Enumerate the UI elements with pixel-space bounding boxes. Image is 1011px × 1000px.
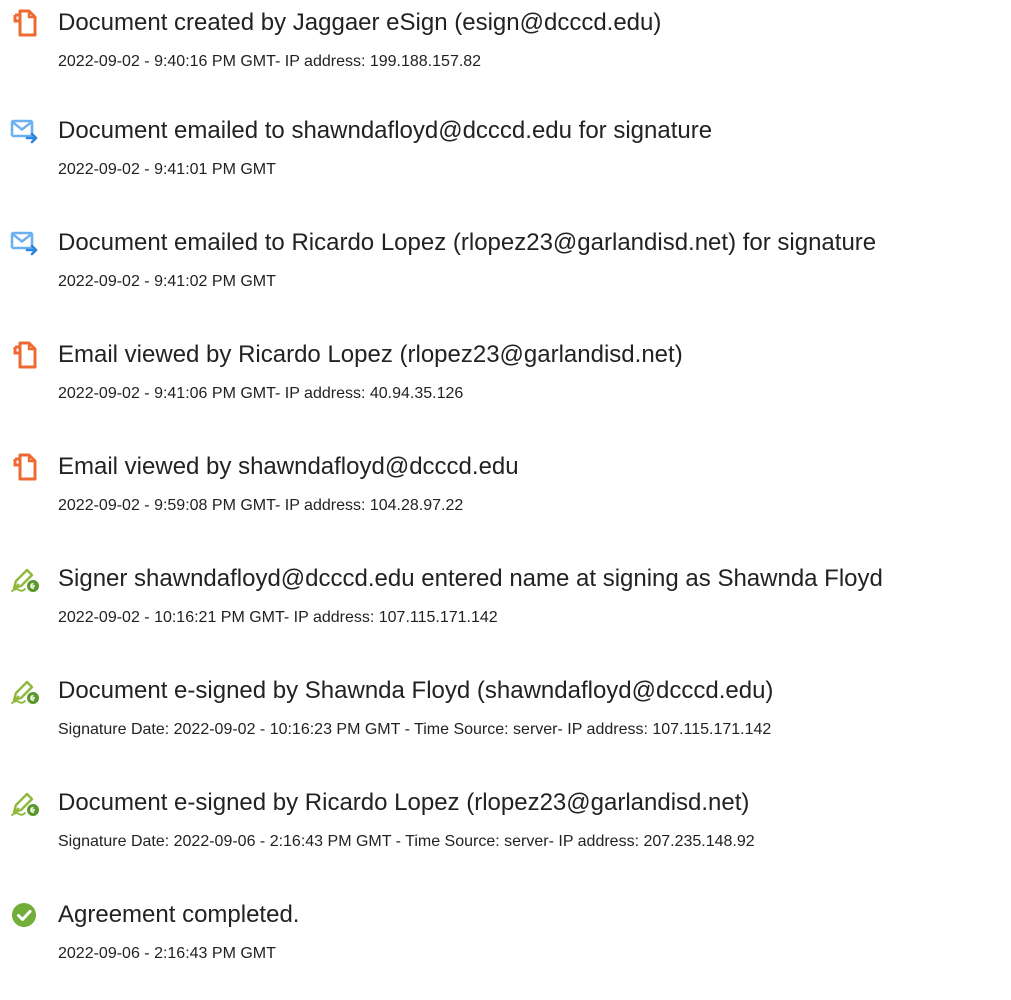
document-icon — [10, 8, 40, 38]
event-title: Signer shawndafloyd@dcccd.edu entered na… — [58, 565, 883, 592]
audit-event-signer-entered-name: Signer shawndafloyd@dcccd.edu entered na… — [0, 564, 1011, 664]
audit-event-esigned-ricardo: Document e-signed by Ricardo Lopez (rlop… — [0, 788, 1011, 888]
event-title: Email viewed by shawndafloyd@dcccd.edu — [58, 453, 519, 480]
event-title: Document created by Jaggaer eSign (esign… — [58, 9, 662, 36]
event-title: Document e-signed by Shawnda Floyd (shaw… — [58, 677, 774, 704]
event-detail: 2022-09-02 - 9:59:08 PM GMT- IP address:… — [58, 497, 464, 514]
audit-event-emailed-ricardo: Document emailed to Ricardo Lopez (rlope… — [0, 228, 1011, 328]
event-title: Document emailed to shawndafloyd@dcccd.e… — [58, 117, 713, 144]
audit-event-email-viewed-signer: Email viewed by shawndafloyd@dcccd.edu 2… — [0, 452, 1011, 552]
document-icon — [10, 340, 40, 370]
event-detail: 2022-09-02 - 9:40:16 PM GMT- IP address:… — [58, 53, 482, 70]
audit-event-emailed-signer: Document emailed to shawndafloyd@dcccd.e… — [0, 116, 1011, 216]
sign-icon — [10, 676, 40, 706]
event-detail: 2022-09-02 - 10:16:21 PM GMT- IP address… — [58, 609, 498, 626]
audit-event-document-created: Document created by Jaggaer eSign (esign… — [0, 8, 1011, 108]
event-detail: Signature Date: 2022-09-02 - 10:16:23 PM… — [58, 721, 772, 738]
event-detail: 2022-09-02 - 9:41:06 PM GMT- IP address:… — [58, 385, 464, 402]
sign-icon — [10, 564, 40, 594]
audit-event-email-viewed-ricardo: Email viewed by Ricardo Lopez (rlopez23@… — [0, 340, 1011, 440]
event-detail: 2022-09-02 - 9:41:02 PM GMT — [58, 273, 276, 290]
check-circle-icon — [10, 900, 40, 930]
email-icon — [10, 116, 40, 146]
event-detail: 2022-09-06 - 2:16:43 PM GMT — [58, 945, 276, 962]
document-icon — [10, 452, 40, 482]
email-icon — [10, 228, 40, 258]
event-detail: 2022-09-02 - 9:41:01 PM GMT — [58, 161, 276, 178]
audit-event-esigned-shawnda: Document e-signed by Shawnda Floyd (shaw… — [0, 676, 1011, 776]
event-title: Email viewed by Ricardo Lopez (rlopez23@… — [58, 341, 683, 368]
event-title: Agreement completed. — [58, 901, 300, 928]
event-detail: Signature Date: 2022-09-06 - 2:16:43 PM … — [58, 833, 755, 850]
audit-event-agreement-completed: Agreement completed. 2022-09-06 - 2:16:4… — [0, 900, 1011, 1000]
event-title: Document e-signed by Ricardo Lopez (rlop… — [58, 789, 750, 816]
event-title: Document emailed to Ricardo Lopez (rlope… — [58, 229, 877, 256]
sign-icon — [10, 788, 40, 818]
